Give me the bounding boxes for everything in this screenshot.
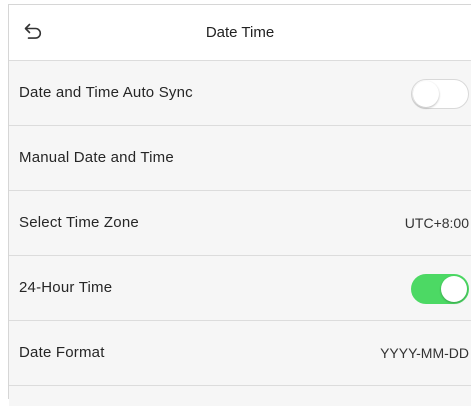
date-format-row[interactable]: Date Format YYYY-MM-DD [9, 321, 471, 386]
auto-sync-toggle[interactable] [411, 79, 469, 109]
next-row-partial[interactable] [9, 386, 471, 406]
title-bar: Date Time [9, 5, 471, 61]
hour-24-label: 24-Hour Time [19, 279, 113, 296]
toggle-knob [413, 81, 439, 107]
settings-list: Date and Time Auto Sync Manual Date and … [9, 61, 471, 406]
date-format-value: YYYY-MM-DD [380, 345, 469, 361]
auto-sync-label: Date and Time Auto Sync [19, 84, 193, 101]
hour-24-row[interactable]: 24-Hour Time [9, 256, 471, 321]
manual-date-time-row[interactable]: Manual Date and Time [9, 126, 471, 191]
hour-24-toggle[interactable] [411, 274, 469, 304]
toggle-knob [441, 276, 467, 302]
time-zone-label: Select Time Zone [19, 214, 139, 231]
back-arrow-icon [23, 22, 43, 45]
page-title: Date Time [205, 24, 275, 41]
time-zone-value: UTC+8:00 [404, 215, 469, 231]
date-time-screen: Date Time Date and Time Auto Sync Manual… [8, 4, 471, 406]
auto-sync-row[interactable]: Date and Time Auto Sync [9, 61, 471, 126]
time-zone-row[interactable]: Select Time Zone UTC+8:00 [9, 191, 471, 256]
back-button[interactable] [9, 5, 57, 61]
manual-date-time-label: Manual Date and Time [19, 149, 174, 166]
date-format-label: Date Format [19, 344, 105, 361]
